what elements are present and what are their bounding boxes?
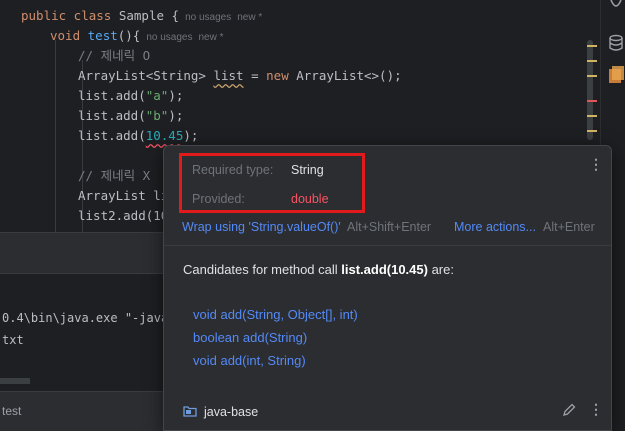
pencil-icon[interactable]	[562, 403, 576, 417]
error-tooltip-popup[interactable]: Required type: String Provided: double ⋮…	[163, 145, 612, 431]
more-options-icon[interactable]: ⋮	[589, 401, 603, 418]
author-hint[interactable]: new *	[237, 12, 262, 23]
more-options-icon[interactable]: ⋮	[589, 156, 603, 173]
popup-footer: java-base ⋮	[164, 396, 611, 430]
keyword: public class	[21, 8, 119, 23]
indent-guide	[55, 40, 56, 240]
variable-name: list	[213, 68, 244, 83]
call-text: list.add(	[78, 88, 146, 103]
required-type-label: Required type:	[192, 163, 274, 177]
type-mismatch-section: Required type: String Provided: double ⋮…	[164, 146, 611, 246]
maven-icon[interactable]	[607, 65, 625, 85]
code-line-add-a[interactable]: list.add("a");	[78, 86, 183, 106]
call-end: );	[168, 88, 184, 103]
warning-marker[interactable]	[587, 60, 597, 62]
method-call-text: list.add(10.45)	[341, 262, 428, 277]
author-hint[interactable]: new *	[198, 32, 223, 43]
warning-marker[interactable]	[587, 45, 597, 47]
folder-icon	[183, 406, 197, 417]
console-output-line[interactable]: txt	[2, 333, 24, 347]
ai-assistant-icon[interactable]	[609, 0, 623, 10]
candidates-suffix: are:	[427, 262, 454, 277]
warning-marker[interactable]	[587, 115, 597, 117]
module-label: java-base	[204, 405, 259, 419]
usages-hint[interactable]: no usages	[146, 32, 192, 43]
more-actions-link[interactable]: More actions...	[454, 220, 536, 234]
brace: {	[164, 8, 180, 23]
string-literal: "a"	[145, 88, 169, 103]
error-marker[interactable]	[587, 100, 597, 102]
code-line-list2-add[interactable]: list2.add(10	[78, 206, 168, 226]
code-line-add-number[interactable]: list.add(10.45);	[78, 126, 198, 146]
candidate-method-link[interactable]: void add(String, Object[], int)	[193, 307, 358, 322]
candidate-method-link[interactable]: boolean add(String)	[193, 330, 307, 345]
editor-scrollbar[interactable]	[587, 40, 593, 140]
method-name: test	[87, 28, 118, 43]
keyword: void	[50, 28, 88, 43]
required-type-value: String	[291, 163, 324, 177]
candidates-prefix: Candidates for method call	[183, 262, 342, 277]
console-output-line[interactable]: 0.4\bin\java.exe "-javaa	[2, 311, 175, 325]
provided-value: double	[291, 192, 329, 206]
code-line-decl[interactable]: ArrayList<String> list = new ArrayList<>…	[78, 66, 402, 86]
call-text: list.add(	[78, 128, 146, 143]
operator-text: =	[243, 68, 267, 83]
keyword: new	[266, 68, 289, 83]
run-config-tab[interactable]: test	[2, 404, 21, 418]
wrap-action-shortcut: Alt+Shift+Enter	[347, 220, 432, 234]
class-name: Sample	[118, 8, 164, 23]
code-line-decl2[interactable]: ArrayList li	[78, 186, 168, 206]
call-end: );	[183, 128, 199, 143]
wrap-string-valueof-action[interactable]: Wrap using 'String.valueOf()'	[182, 220, 341, 234]
candidate-method-link[interactable]: void add(int, String)	[193, 353, 306, 368]
code-comment[interactable]: // 제네릭 O	[78, 46, 150, 66]
number-literal-error[interactable]: 10.45	[146, 128, 184, 143]
code-line-add-b[interactable]: list.add("b");	[78, 106, 183, 126]
database-icon[interactable]	[608, 34, 624, 52]
call-end: );	[168, 108, 184, 123]
console-scrollbar[interactable]	[0, 378, 30, 384]
constructor-text: ArrayList<>();	[288, 68, 402, 83]
string-literal: "b"	[145, 108, 169, 123]
method-parens: (){	[117, 28, 141, 43]
type-text: ArrayList<String>	[78, 68, 214, 83]
code-line-class[interactable]: public class Sample { no usages new *	[21, 6, 262, 26]
candidates-heading: Candidates for method call list.add(10.4…	[183, 262, 454, 277]
call-text: list.add(	[78, 108, 146, 123]
code-comment[interactable]: // 제네릭 X	[78, 166, 150, 186]
warning-marker[interactable]	[587, 75, 597, 77]
code-line-method[interactable]: void test(){ no usages new *	[50, 26, 224, 46]
provided-label: Provided:	[192, 192, 245, 206]
more-actions-shortcut: Alt+Enter	[543, 220, 595, 234]
warning-marker[interactable]	[587, 130, 597, 132]
usages-hint[interactable]: no usages	[185, 12, 231, 23]
